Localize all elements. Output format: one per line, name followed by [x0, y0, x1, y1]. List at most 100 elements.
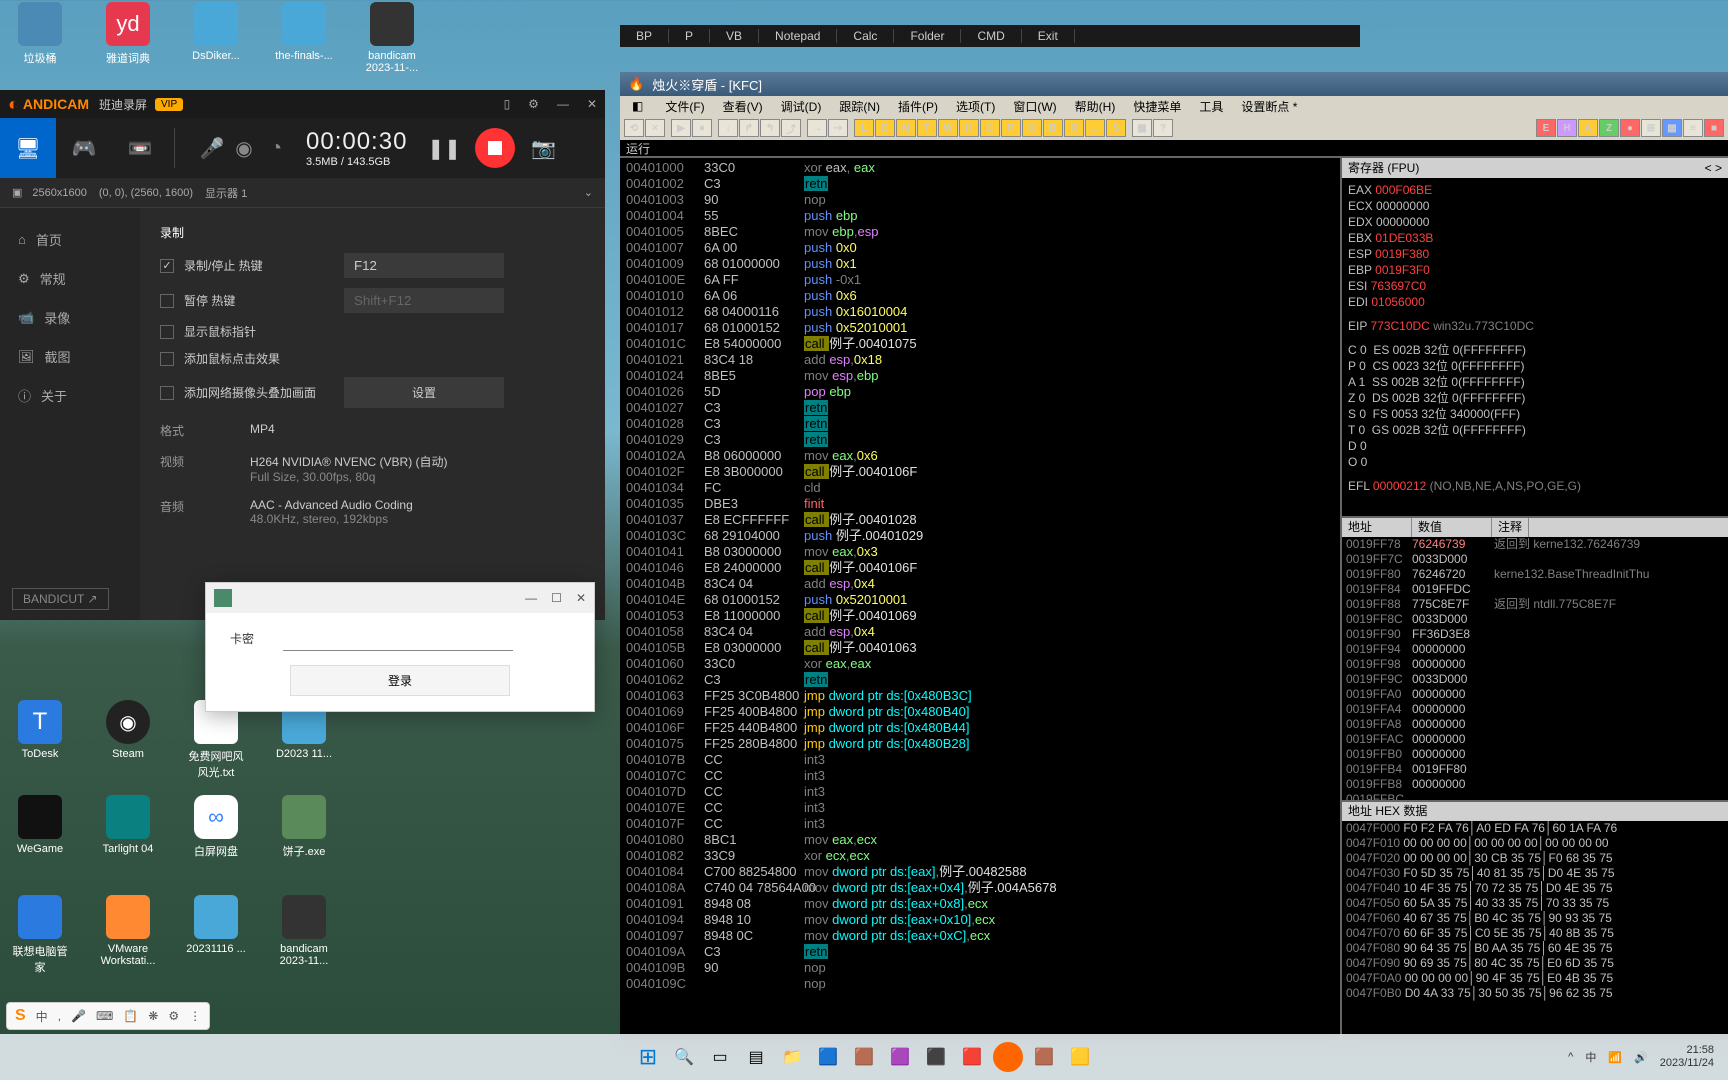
close-icon[interactable]: ✕ — [587, 97, 597, 111]
taskview-icon[interactable]: ▭ — [705, 1042, 735, 1072]
topstrip-item[interactable]: Exit — [1022, 29, 1075, 43]
app-icon[interactable]: 🟪 — [885, 1042, 915, 1072]
desktop-icon[interactable]: bandicam 2023-11... — [274, 895, 334, 975]
app-icon[interactable]: 🟥 — [957, 1042, 987, 1072]
tb-btn[interactable]: ▦ — [1132, 119, 1152, 137]
ime-lang[interactable]: 中 — [36, 1008, 48, 1025]
tray-lang[interactable]: 中 — [1585, 1049, 1596, 1065]
minimize-icon[interactable]: — — [557, 97, 569, 111]
tb-btn[interactable]: ⤴ — [781, 119, 801, 137]
record-stop-button[interactable] — [475, 128, 515, 168]
desktop-icon[interactable]: Tarlight 04 — [98, 795, 158, 859]
widgets-icon[interactable]: ▤ — [741, 1042, 771, 1072]
sidebar-image[interactable]: 🖼截图 — [0, 337, 140, 376]
login-titlebar[interactable]: — ☐ ✕ — [206, 583, 594, 613]
tb-btn[interactable]: A — [1578, 119, 1598, 137]
topstrip-item[interactable]: Notepad — [759, 29, 837, 43]
debugger-menu[interactable]: ◧文件(F)查看(V)调试(D)跟踪(N)插件(P)选项(T)窗口(W)帮助(H… — [620, 96, 1728, 116]
tb-btn[interactable]: ● — [1620, 119, 1640, 137]
close-icon[interactable]: ✕ — [576, 591, 586, 605]
app-icon[interactable]: ⬛ — [921, 1042, 951, 1072]
debugger-toolbar[interactable]: ⟲ × ▶ ⏸ ↓ ↱ ↰ ⤴ → ⇢ L E M T W H C P K B … — [620, 116, 1728, 140]
tb-btn[interactable]: ≡ — [1683, 119, 1703, 137]
stack-pane[interactable]: 地址数值注释 0019FF7876246739返回到 kerne132.7624… — [1342, 518, 1728, 800]
tb-btn[interactable]: H — [959, 119, 979, 137]
tb-btn[interactable]: ... — [1085, 119, 1105, 137]
topstrip-item[interactable]: BP — [620, 29, 669, 43]
screenshot-button[interactable]: 📷 — [531, 136, 556, 161]
tb-btn[interactable]: ▦ — [1662, 119, 1682, 137]
desktop-icon[interactable]: the-finals-... — [274, 2, 334, 74]
windows-taskbar[interactable]: ⊞ 🔍 ▭ ▤ 📁 🟦 🟫 🟪 ⬛ 🟥 🟫 🟨 ^ 中 📶 🔊 21:58202… — [0, 1034, 1728, 1080]
topstrip-item[interactable]: Folder — [894, 29, 961, 43]
desktop-icon[interactable]: ◉Steam — [98, 700, 158, 780]
tb-btn[interactable]: ↰ — [760, 119, 780, 137]
tb-btn[interactable]: E — [875, 119, 895, 137]
tb-btn[interactable]: H — [1557, 119, 1577, 137]
checkbox-click[interactable] — [160, 352, 174, 366]
maximize-icon[interactable]: ☐ — [551, 591, 562, 605]
expand-icon[interactable]: ▣ — [12, 186, 22, 199]
system-clock[interactable]: 21:582023/11/24 — [1660, 1044, 1714, 1070]
tb-btn[interactable]: T — [917, 119, 937, 137]
tb-btn[interactable]: R — [1064, 119, 1084, 137]
sidebar-video[interactable]: 📹录像 — [0, 298, 140, 337]
card-key-input[interactable] — [283, 627, 513, 651]
desktop-icon[interactable]: 垃圾桶 — [10, 2, 70, 74]
hotkey-input[interactable] — [344, 253, 504, 278]
tb-btn[interactable]: → — [807, 119, 827, 137]
sogou-icon[interactable]: S — [15, 1007, 26, 1025]
tb-btn[interactable]: ⟲ — [624, 119, 644, 137]
tray-volume-icon[interactable]: 🔊 — [1634, 1051, 1648, 1064]
app-icon[interactable]: 🟦 — [813, 1042, 843, 1072]
tb-btn[interactable]: E — [1536, 119, 1556, 137]
debugger-titlebar[interactable]: 🔥烛火※穿盾 - [KFC] — [620, 72, 1728, 96]
start-button[interactable]: ⊞ — [633, 1042, 663, 1072]
screen-mode-button[interactable]: 🖥 — [0, 118, 56, 178]
tb-btn[interactable]: ⇢ — [828, 119, 848, 137]
bandicut-link[interactable]: BANDICUT ↗ — [12, 588, 109, 610]
tb-btn[interactable]: Z — [1599, 119, 1619, 137]
explorer-icon[interactable]: 📁 — [777, 1042, 807, 1072]
desktop-icon[interactable]: D2023 11... — [274, 700, 334, 780]
tb-btn[interactable]: P — [1001, 119, 1021, 137]
tb-btn[interactable]: ↓ — [718, 119, 738, 137]
tb-btn[interactable]: K — [1022, 119, 1042, 137]
desktop-icon[interactable]: TToDesk — [10, 700, 70, 780]
app-icon[interactable]: 🟫 — [1029, 1042, 1059, 1072]
topstrip-item[interactable]: Calc — [837, 29, 894, 43]
mic-icon[interactable]: 🎤 — [196, 118, 228, 178]
tb-btn[interactable]: S — [1106, 119, 1126, 137]
tb-btn[interactable]: ↱ — [739, 119, 759, 137]
tb-btn[interactable]: ⏸ — [692, 119, 712, 137]
registers-pane[interactable]: 寄存器 (FPU)< > EAX 000F06BE ECX 00000000 E… — [1342, 158, 1728, 518]
login-button[interactable]: 登录 — [290, 665, 510, 696]
minimize-icon[interactable]: — — [525, 591, 537, 605]
ime-toolbar[interactable]: S 中 , 🎤 ⌨ 📋 ❋ ⚙ ⋮ — [6, 1002, 210, 1030]
overlay-icon[interactable]: ◔ — [260, 118, 292, 178]
checkbox-cursor[interactable] — [160, 325, 174, 339]
tb-btn[interactable]: B — [1043, 119, 1063, 137]
desktop-icon[interactable]: 饼子.exe — [274, 795, 334, 859]
tray-wifi-icon[interactable]: 📶 — [1608, 1051, 1622, 1064]
desktop-icon[interactable]: DsDiker... — [186, 2, 246, 74]
app-icon[interactable]: 🟫 — [849, 1042, 879, 1072]
settings-icon[interactable]: ⚙ — [528, 97, 539, 111]
tb-btn[interactable]: × — [645, 119, 665, 137]
app-icon[interactable]: 🟨 — [1065, 1042, 1095, 1072]
tb-btn[interactable]: ? — [1153, 119, 1173, 137]
disassembly-pane[interactable]: 0040100033C0xor eax, eax00401002C3retn00… — [620, 158, 1340, 1040]
pause-hotkey-input[interactable] — [344, 288, 504, 313]
topstrip-item[interactable]: VB — [710, 29, 759, 43]
checkbox-hotkey[interactable] — [160, 259, 174, 273]
game-mode-button[interactable]: 🎮 — [56, 118, 112, 178]
webcam-icon[interactable]: ◉ — [228, 118, 260, 178]
tb-btn[interactable]: W — [938, 119, 958, 137]
topstrip-item[interactable]: CMD — [961, 29, 1021, 43]
desktop-icon[interactable]: yd雅道词典 — [98, 2, 158, 74]
sidebar-home[interactable]: ⌂首页 — [0, 220, 140, 259]
tray-chevron[interactable]: ^ — [1568, 1051, 1573, 1063]
desktop-icon[interactable]: ∞白屏网盘 — [186, 795, 246, 859]
tb-btn[interactable]: L — [854, 119, 874, 137]
desktop-icon[interactable]: 20231116 ... — [186, 895, 246, 975]
